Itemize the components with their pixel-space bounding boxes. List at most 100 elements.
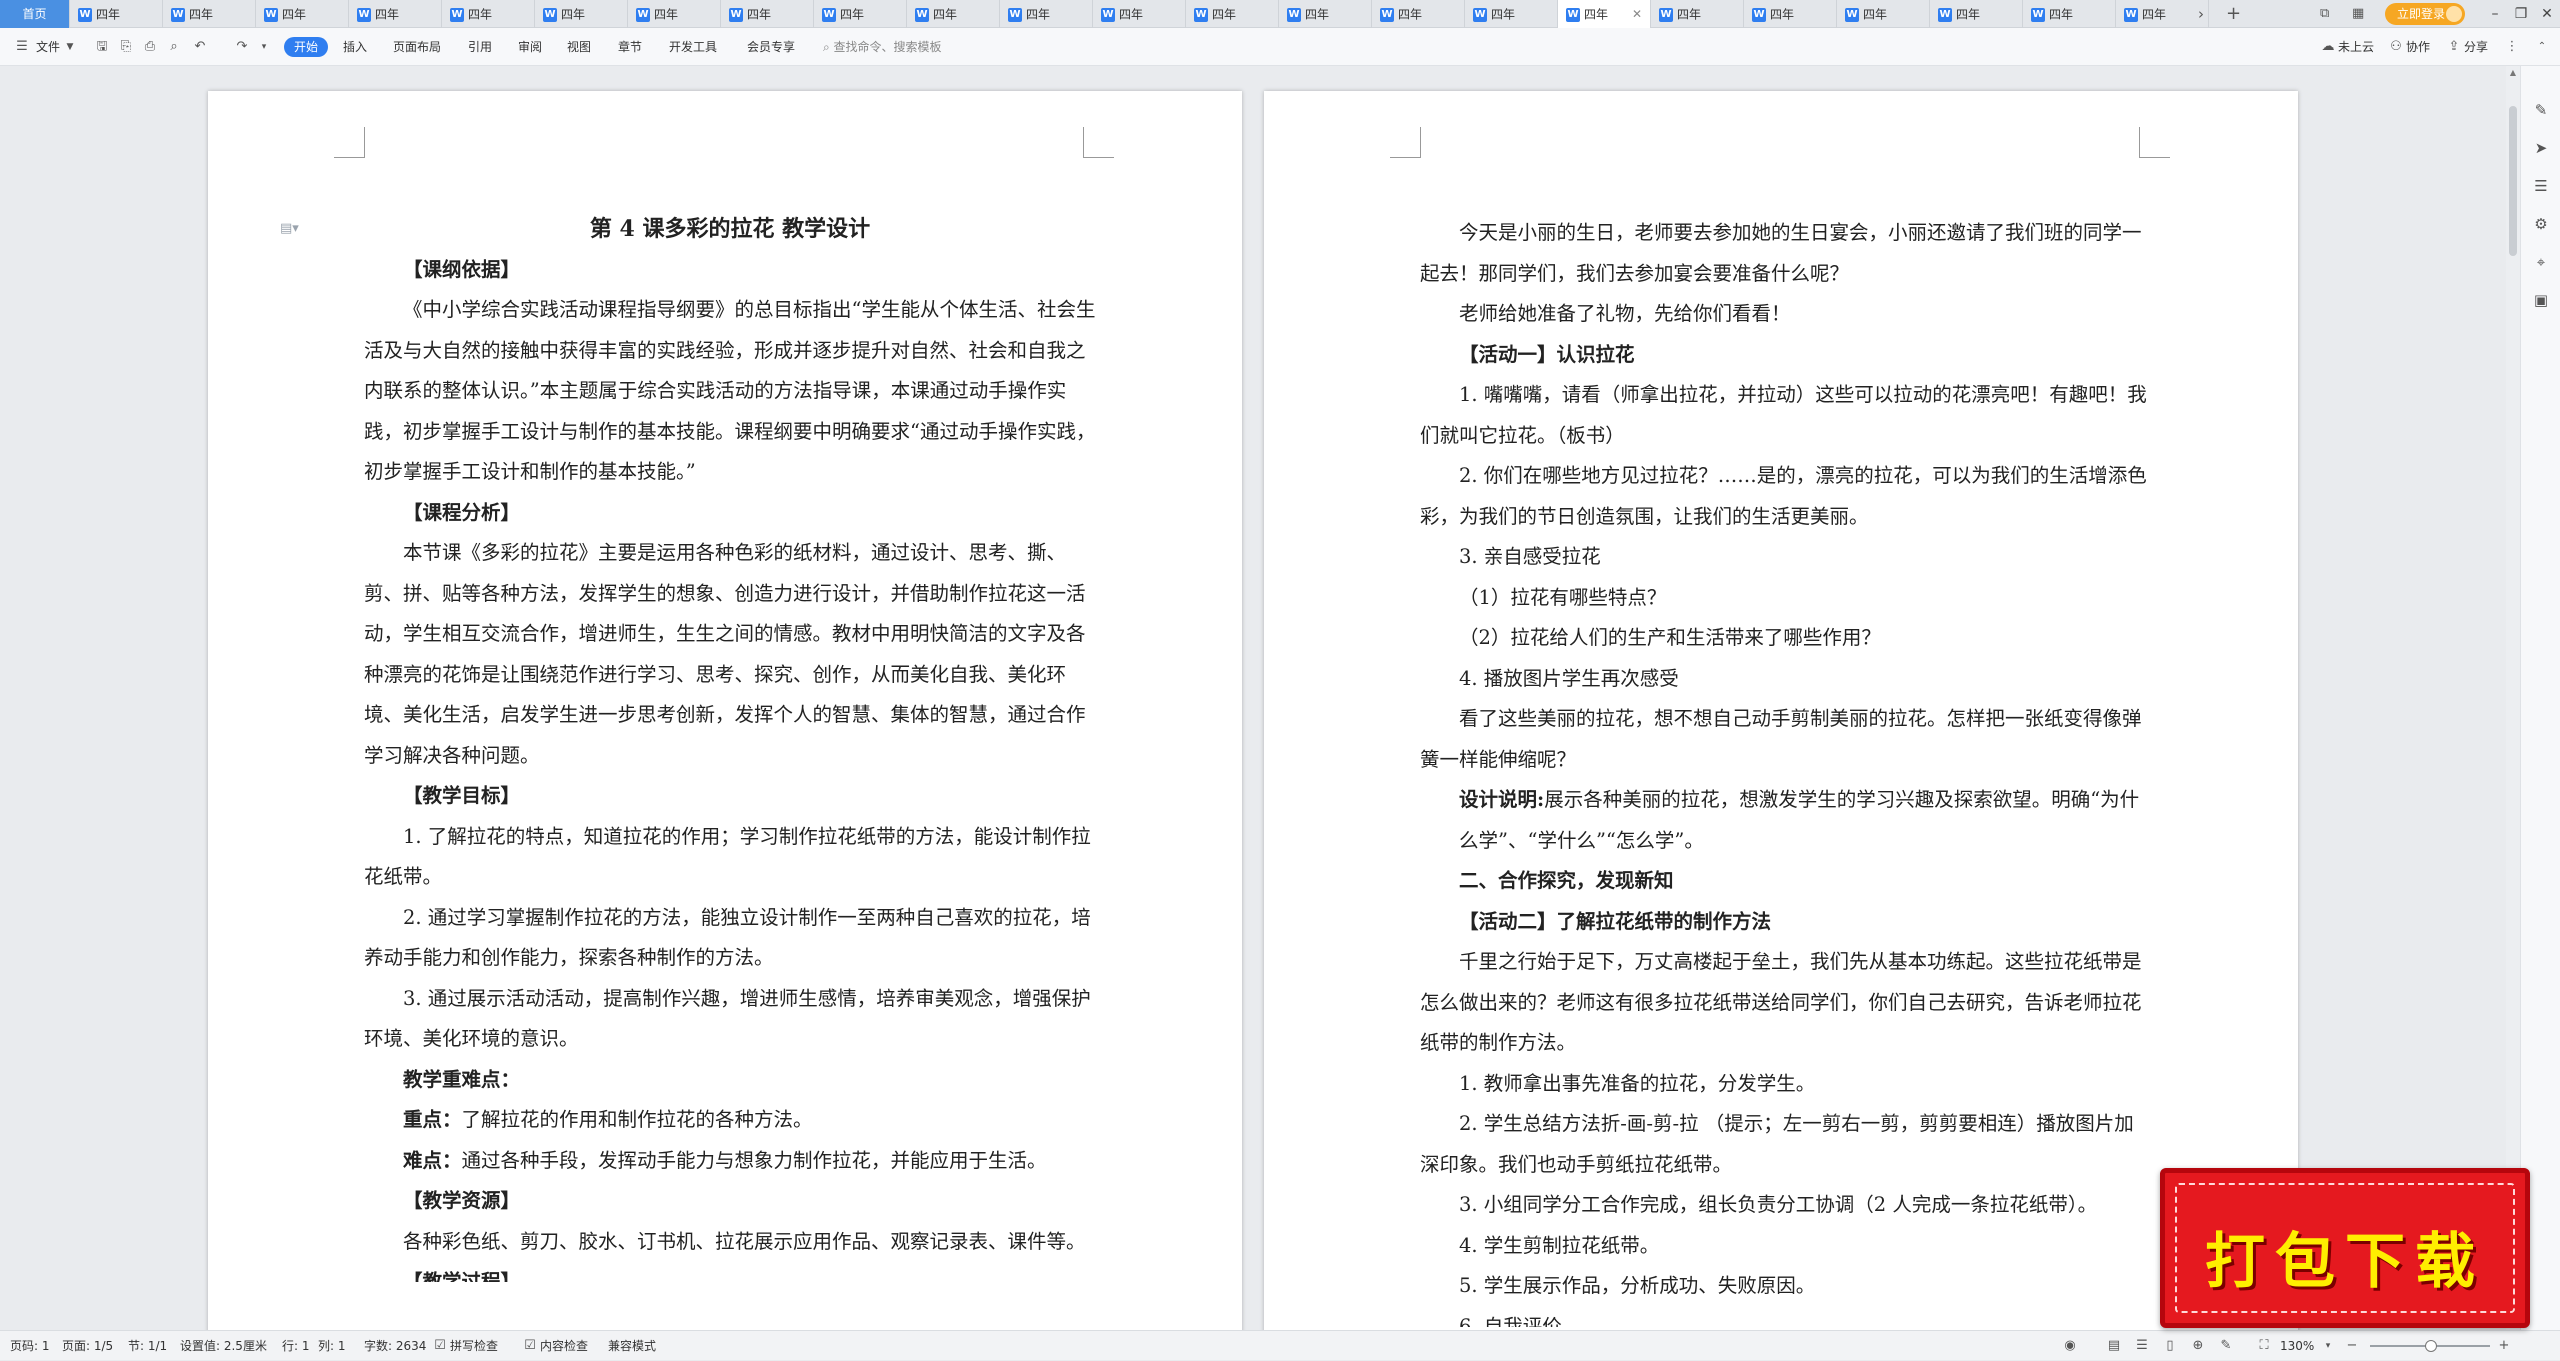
- tab-scroll-right-icon[interactable]: ›: [2198, 0, 2204, 28]
- tab-chapter[interactable]: 章节: [618, 28, 642, 66]
- reading-view-icon[interactable]: ▯: [2162, 1338, 2178, 1354]
- zoom-in-icon[interactable]: +: [2496, 1338, 2512, 1354]
- zoom-dropdown-icon[interactable]: ▾: [2320, 1338, 2336, 1354]
- download-package-banner[interactable]: 打包下载: [2160, 1168, 2530, 1328]
- page-1-content[interactable]: 第 4 课多彩的拉花 教学设计 【课纲依据】 《中小学综合实践活动课程指导纲要》的总…: [364, 209, 1096, 1282]
- status-section[interactable]: 节: 1/1: [128, 1331, 167, 1361]
- customize-toolbar-icon[interactable]: ▾: [256, 39, 272, 55]
- page-view-icon[interactable]: ▤: [2106, 1338, 2122, 1354]
- book-icon[interactable]: ▣: [2531, 290, 2551, 310]
- document-tab[interactable]: W 四年: [1093, 0, 1186, 28]
- close-window-icon[interactable]: ✕: [2534, 0, 2560, 28]
- document-tab[interactable]: W 四年: [1744, 0, 1837, 28]
- collapse-ribbon-icon[interactable]: ⌃: [2534, 39, 2550, 55]
- document-tab[interactable]: W 四年: [1186, 0, 1279, 28]
- document-tab[interactable]: W 四年: [1651, 0, 1744, 28]
- new-tab-icon[interactable]: +: [2226, 0, 2241, 28]
- smart-tools-icon[interactable]: ⚙: [2531, 214, 2551, 234]
- zoom-out-icon[interactable]: −: [2344, 1338, 2360, 1354]
- export-pdf-icon[interactable]: ⎘: [118, 39, 134, 55]
- document-outline-icon[interactable]: ▤▾: [280, 221, 299, 236]
- document-tab[interactable]: W 四年: [1000, 0, 1093, 28]
- status-row[interactable]: 行: 1: [282, 1331, 310, 1361]
- document-tab[interactable]: W 四年 ✕: [1558, 0, 1651, 28]
- document-tab[interactable]: W 四年: [721, 0, 814, 28]
- tab-view[interactable]: 视图: [567, 28, 591, 66]
- document-tab[interactable]: W 四年: [163, 0, 256, 28]
- paragraph: 今天是小丽的生日，老师要去参加她的生日宴会，小丽还邀请了我们班的同学一起去！那同…: [1420, 221, 2142, 285]
- close-tab-icon[interactable]: ✕: [1632, 0, 1642, 28]
- zoom-level[interactable]: 130%: [2280, 1331, 2314, 1361]
- document-tab[interactable]: W 四年: [628, 0, 721, 28]
- collaborate-button[interactable]: 协作: [2406, 28, 2430, 66]
- document-tab[interactable]: W 四年: [442, 0, 535, 28]
- scroll-up-icon[interactable]: ▲: [2506, 68, 2520, 77]
- status-word-count[interactable]: 字数: 2634: [364, 1331, 426, 1361]
- more-options-icon[interactable]: ⋮: [2504, 39, 2520, 55]
- save-icon[interactable]: 🖫: [94, 39, 110, 55]
- apps-grid-icon[interactable]: ▦: [2352, 0, 2364, 28]
- collaborate-icon: ⚇: [2390, 39, 2402, 54]
- undo-icon[interactable]: ↶: [192, 39, 208, 55]
- adjust-sliders-icon[interactable]: ☰: [2531, 176, 2551, 196]
- chevron-down-icon[interactable]: ▼: [62, 39, 78, 55]
- document-tab[interactable]: W 四年: [1930, 0, 2023, 28]
- paragraph: 1. 教师拿出事先准备的拉花，分发学生。: [1459, 1071, 1816, 1095]
- web-view-icon[interactable]: ⊕: [2190, 1338, 2206, 1354]
- eye-protection-icon[interactable]: ◉: [2062, 1338, 2078, 1354]
- page-2-content[interactable]: 今天是小丽的生日，老师要去参加她的生日宴会，小丽还邀请了我们班的同学一起去！那同…: [1420, 213, 2152, 1327]
- cloud-status[interactable]: 未上云: [2338, 28, 2374, 66]
- tab-developer-tools[interactable]: 开发工具: [669, 28, 717, 66]
- redo-icon[interactable]: ↷: [234, 39, 250, 55]
- file-menu[interactable]: 文件: [36, 28, 60, 66]
- status-page-number[interactable]: 页码: 1: [10, 1331, 50, 1361]
- document-tab[interactable]: W 四年: [1372, 0, 1465, 28]
- scrollbar-thumb[interactable]: [2509, 106, 2517, 256]
- login-button[interactable]: 立即登录: [2385, 3, 2465, 25]
- document-tab[interactable]: W 四年: [256, 0, 349, 28]
- document-tab[interactable]: W 四年: [535, 0, 628, 28]
- document-tab[interactable]: W 四年: [2116, 0, 2209, 28]
- fit-page-icon[interactable]: ⛶: [2256, 1338, 2272, 1354]
- location-pin-icon[interactable]: ⌖: [2531, 252, 2551, 272]
- labeled-paragraph: 【活动一】认识拉花: [1420, 335, 2152, 376]
- document-tab[interactable]: W 四年: [2023, 0, 2116, 28]
- document-tab[interactable]: W 四年: [1465, 0, 1558, 28]
- select-cursor-icon[interactable]: ➤: [2531, 138, 2551, 158]
- menu-icon[interactable]: ☰: [14, 39, 30, 55]
- window-layout-icon[interactable]: ⧉: [2320, 0, 2329, 28]
- command-search[interactable]: ⌕ 查找命令、搜索模板: [823, 28, 942, 66]
- tab-start[interactable]: 开始: [284, 37, 329, 57]
- status-pages[interactable]: 页面: 1/5: [62, 1331, 113, 1361]
- tab-home[interactable]: 首页: [0, 0, 70, 28]
- restore-icon[interactable]: ❐: [2508, 0, 2534, 28]
- document-tab[interactable]: W 四年: [1837, 0, 1930, 28]
- edit-pen-icon[interactable]: ✎: [2531, 100, 2551, 120]
- tab-insert[interactable]: 插入: [343, 28, 367, 66]
- print-preview-icon[interactable]: ⌕: [166, 39, 182, 55]
- labeled-paragraph: 【活动二】了解拉花纸带的制作方法: [1420, 902, 2152, 943]
- write-mode-icon[interactable]: ✎: [2218, 1338, 2234, 1354]
- document-tab[interactable]: W 四年: [70, 0, 163, 28]
- status-set-value[interactable]: 设置值: 2.5厘米: [180, 1331, 267, 1361]
- tab-member[interactable]: 会员专享: [747, 28, 795, 66]
- vertical-scrollbar[interactable]: ▲ ▼: [2506, 66, 2520, 1330]
- document-tab[interactable]: W 四年: [814, 0, 907, 28]
- status-column[interactable]: 列: 1: [318, 1331, 346, 1361]
- tab-page-layout[interactable]: 页面布局: [393, 28, 441, 66]
- zoom-slider-handle[interactable]: [2425, 1340, 2437, 1352]
- document-page-2[interactable]: 今天是小丽的生日，老师要去参加她的生日宴会，小丽还邀请了我们班的同学一起去！那同…: [1264, 91, 2298, 1330]
- document-tab[interactable]: W 四年: [1279, 0, 1372, 28]
- minimize-icon[interactable]: –: [2482, 0, 2508, 28]
- wps-doc-icon: W: [1194, 7, 1208, 22]
- document-tab[interactable]: W 四年: [907, 0, 1000, 28]
- document-tab[interactable]: W 四年: [349, 0, 442, 28]
- outline-view-icon[interactable]: ☰: [2134, 1338, 2150, 1354]
- share-button[interactable]: 分享: [2464, 28, 2488, 66]
- tab-references[interactable]: 引用: [468, 28, 492, 66]
- document-page-1[interactable]: ▤▾ 第 4 课多彩的拉花 教学设计 【课纲依据】 《中小学综合实践活动课程指导纲要…: [208, 91, 1242, 1330]
- tab-review[interactable]: 审阅: [518, 28, 542, 66]
- content-check-button[interactable]: 内容检查: [540, 1331, 588, 1361]
- spell-check-button[interactable]: 拼写检查: [450, 1331, 498, 1361]
- print-icon[interactable]: ⎙: [142, 39, 158, 55]
